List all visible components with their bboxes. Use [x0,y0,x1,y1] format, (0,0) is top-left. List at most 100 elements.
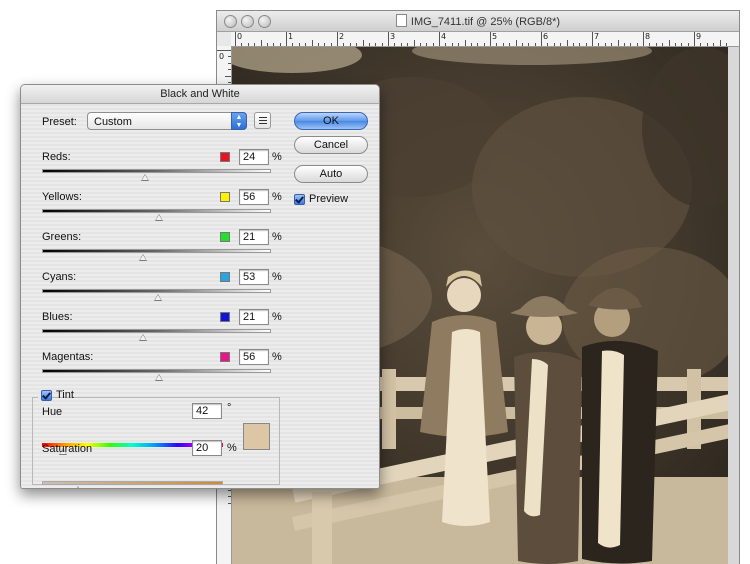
reds-slider-thumb[interactable] [140,174,149,181]
reds-label: Reds: [42,151,71,163]
blues-slider-thumb[interactable] [139,334,148,341]
yellows-label: Yellows: [42,191,82,203]
ruler-tick [662,43,664,46]
degree-sign: ° [227,402,232,414]
document-file-icon [395,14,407,27]
blues-value-input[interactable]: 21 [239,309,269,325]
ruler-tick [521,43,523,46]
horizontal-ruler[interactable]: 0 1 2 3 4 5 6 7 8 9 [231,32,739,47]
tint-header: Tint [38,389,74,403]
ruler-tick [311,40,313,46]
saturation-value-input[interactable]: 20 [192,440,222,456]
ruler-tick [687,43,689,46]
ruler-tick [228,502,231,504]
ruler-tick [706,43,708,46]
hue-value-input[interactable]: 42 [192,403,222,419]
magentas-label: Magentas: [42,351,94,363]
tint-checkbox[interactable] [41,390,52,401]
ruler-tick [343,43,345,46]
cyans-slider-thumb[interactable] [153,294,162,301]
ruler-tick [292,43,294,46]
magentas-value-input[interactable]: 56 [239,349,269,365]
greens-slider-track[interactable] [42,249,271,253]
ruler-tick [407,43,409,46]
ruler-tick [604,43,606,46]
ruler-tick [560,43,562,46]
document-titlebar[interactable]: IMG_7411.tif @ 25% (RGB/8*) [217,11,739,32]
ruler-tick [217,50,231,51]
ruler-tick [228,496,231,498]
ruler-tick [509,43,511,46]
ruler-tick [681,43,683,46]
blues-color-swatch [220,312,230,322]
reds-value-input[interactable]: 24 [239,149,269,165]
ruler-tick [432,43,434,46]
list-menu-icon [259,117,267,118]
blues-percent: % [272,311,282,323]
ruler-tick [400,43,402,46]
ruler-label: 4 [441,32,447,41]
ruler-tick [235,32,236,46]
yellows-color-swatch [220,192,230,202]
preview-label: Preview [309,193,349,205]
auto-button[interactable]: Auto [294,165,368,183]
ruler-tick [470,43,472,46]
ruler-origin[interactable] [217,32,232,47]
blues-label: Blues: [42,311,73,323]
ruler-tick [228,81,231,83]
ruler-tick [388,32,389,46]
cancel-button[interactable]: Cancel [294,136,368,154]
cyans-color-swatch [220,272,230,282]
magentas-slider-track[interactable] [42,369,271,373]
preset-options-button[interactable] [254,112,271,129]
dialog-titlebar[interactable]: Black and White [21,85,379,104]
hue-label: Hue [42,406,63,418]
greens-slider-thumb[interactable] [139,254,148,261]
saturation-slider-track[interactable] [42,481,223,485]
yellows-slider-thumb[interactable] [155,214,164,221]
cyans-value-input[interactable]: 53 [239,269,269,285]
ruler-tick [483,43,485,46]
cyans-percent: % [272,271,282,283]
ruler-tick [694,32,695,46]
reds-color-swatch [220,152,230,162]
ruler-tick [598,43,600,46]
magentas-slider-thumb[interactable] [155,374,164,381]
list-menu-icon-line [259,123,267,124]
black-and-white-dialog: Black and White Preset: Custom ▲ ▼ Reds: 2… [20,84,380,489]
greens-value-input[interactable]: 21 [239,229,269,245]
ruler-tick [439,32,440,46]
ruler-tick [419,43,421,46]
ruler-tick [515,40,517,46]
ruler-tick [700,43,702,46]
ruler-tick [630,43,632,46]
yellows-slider-track[interactable] [42,209,271,213]
cyans-slider-track[interactable] [42,289,271,293]
ruler-tick [228,489,231,491]
tint-label: Tint [56,389,74,401]
preview-checkbox[interactable] [294,194,305,205]
yellows-value-input[interactable]: 56 [239,189,269,205]
ruler-label: 3 [390,32,396,41]
tint-color-swatch[interactable] [243,423,270,450]
blues-slider-track[interactable] [42,329,271,333]
ruler-tick [349,43,351,46]
ruler-tick [458,43,460,46]
ruler-tick [413,40,415,46]
ruler-tick [330,43,332,46]
list-menu-icon-line [259,120,267,121]
ruler-tick [381,43,383,46]
ruler-tick [445,43,447,46]
ruler-tick [317,43,319,46]
ruler-tick [464,40,466,46]
preset-value: Custom [94,116,132,128]
ruler-tick [553,43,555,46]
saturation-slider-thumb[interactable] [74,486,83,488]
ruler-tick [477,43,479,46]
reds-slider-track[interactable] [42,169,271,173]
ok-button[interactable]: OK [294,112,368,130]
preset-dropdown[interactable]: Custom ▲ ▼ [87,112,247,130]
ruler-tick [534,43,536,46]
ruler-tick [225,75,231,77]
ruler-tick [713,43,715,46]
